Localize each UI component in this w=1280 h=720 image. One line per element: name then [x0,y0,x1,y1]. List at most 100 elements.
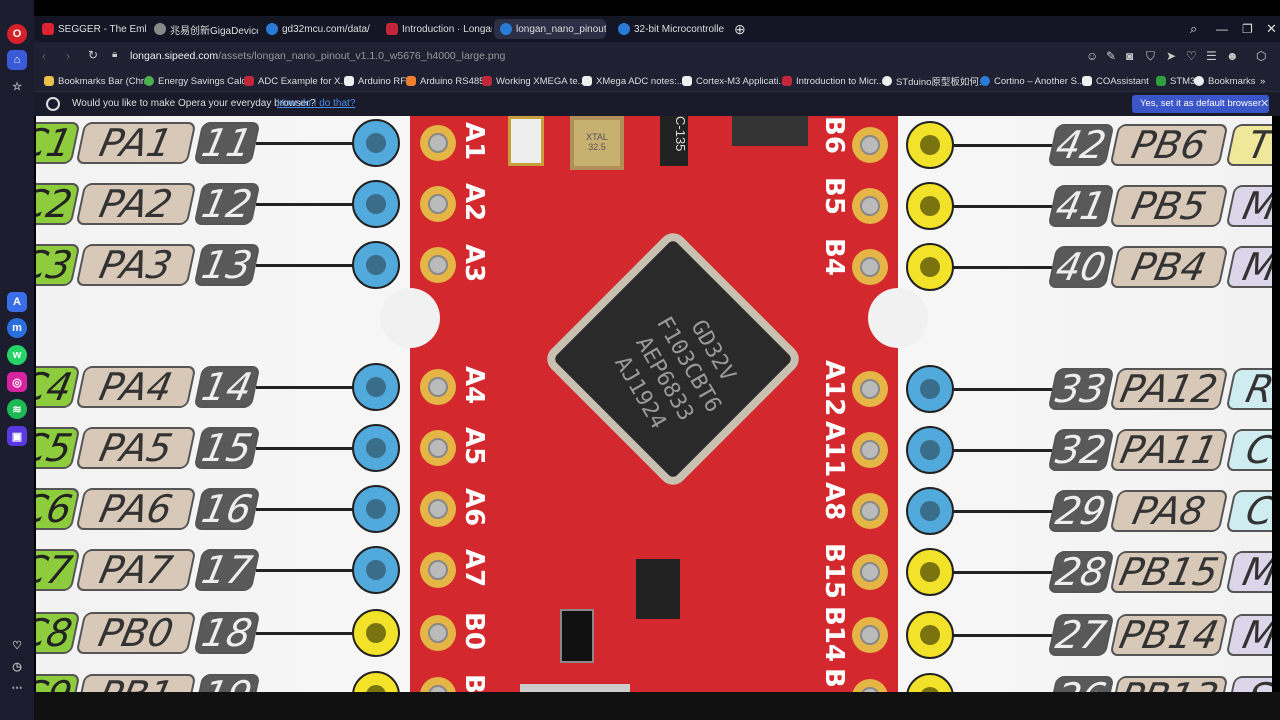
tab-longan-docs[interactable]: Introduction · Longan DO [380,19,492,39]
app-icon[interactable]: A [7,292,27,312]
url-domain: longan.sipeed.com [130,50,219,62]
pin-text: C8 [36,611,77,655]
tab-32bit[interactable]: 32-bit Microcontrollers (M [612,19,724,39]
new-tab-button[interactable]: ⊕ [728,19,748,39]
function-label: C [1225,489,1272,533]
heart-icon[interactable]: ♡ [7,635,27,655]
more-bookmarks-icon[interactable]: » [1260,74,1265,88]
port-label: PA12 [1109,367,1229,411]
instagram-icon[interactable]: ◎ [7,372,27,392]
profile-icon[interactable]: ☻ [1226,49,1239,63]
bookmark-item[interactable]: COAssistant [1082,74,1149,88]
home-icon[interactable]: ⌂ [7,50,27,70]
edit-icon[interactable]: ✎ [1106,49,1116,63]
bookmark-item[interactable]: Working XMEGA te... [482,74,586,88]
pin-text: M [1238,184,1272,228]
pin-number-label: 41 [1047,184,1115,228]
pin-text: PA6 [95,487,177,531]
close-window-icon[interactable]: ✕ [1260,19,1280,39]
messenger-icon[interactable]: m [7,318,27,338]
tab-pinout-active[interactable]: longan_nano_pinout_v1.1 [494,19,606,39]
port-label: PB5 [1109,184,1229,228]
url-field[interactable]: longan.sipeed.com/assets/longan_nano_pin… [130,50,505,62]
bookmark-item[interactable]: Introduction to Micr... [782,74,884,88]
heart-icon [1194,76,1204,86]
pad-label: A11 [819,421,849,477]
pin-number-label: 32 [1047,428,1115,472]
pad-hole [420,552,456,588]
pin-dot [352,363,400,411]
pin-text: PB14 [1115,613,1223,657]
bookmark-item[interactable]: Energy Savings Calc... [144,74,254,88]
tab-gd32mcu[interactable]: gd32mcu.com/data/docu [260,19,370,39]
address-bar: ‹ › ↻ 🔒︎ longan.sipeed.com/assets/longan… [34,42,1280,70]
pad-hole [420,430,456,466]
bookmark-item[interactable]: Arduino RF [344,74,406,88]
emoji-icon[interactable]: ☺ [1086,49,1098,63]
close-notice-icon[interactable]: ✕ [1260,97,1269,110]
port-label: PB14 [1109,613,1229,657]
pin-text: PB5 [1127,184,1211,228]
pad-hole [852,249,888,285]
pin-dot [906,243,954,291]
bookmark-item[interactable]: ADC Example for X... [244,74,348,88]
set-default-button[interactable]: Yes, set it as default browser [1132,95,1270,113]
spotify-icon[interactable]: ≋ [7,399,27,419]
pin-text: PB15 [1115,550,1223,594]
bookmark-item[interactable]: Bookmarks Bar (Chr... [44,74,151,88]
bookmark-favicon-icon [1082,76,1092,86]
bookmark-item[interactable]: Bookmarks [1194,74,1256,88]
bookmark-favicon-icon [980,76,990,86]
bookmark-favicon-icon [482,76,492,86]
menu-icon[interactable]: ☰ [1206,49,1217,63]
bookmark-item[interactable]: Cortex-M3 Applicati... [682,74,786,88]
shield-icon[interactable]: ⛉ [1146,49,1155,64]
more-icon[interactable]: ⋯ [7,677,27,697]
back-icon[interactable]: ‹ [42,49,46,63]
tab-gigadevice[interactable]: 兆易创新GigaDevice-资料 [148,19,258,39]
pin-text: S [1243,675,1272,692]
pin-number-label: 19 [193,673,261,692]
pin-dot [906,426,954,474]
bookmark-label: COAssistant [1096,75,1149,87]
port-label: PA7 [75,548,197,592]
heart-icon[interactable]: ♡ [1186,49,1197,63]
bookmark-item[interactable]: Cortino – Another S... [980,74,1085,88]
forward-icon[interactable]: › [66,49,70,63]
pin-text: C5 [36,426,77,470]
star-icon[interactable]: ☆ [7,76,27,96]
board-notch [868,288,928,348]
pin-text: 13 [198,243,256,287]
pinout-image: XTAL 32.5 C-135 GD32V F103CBT6 AEP6833 AJ… [36,116,1272,692]
extensions-icon[interactable]: ⬡ [1256,49,1266,63]
port-label: PA5 [75,426,197,470]
player-icon[interactable]: ▣ [7,426,27,446]
opera-logo-icon[interactable]: O [7,24,27,44]
bookmark-item[interactable]: XMega ADC notes:... [582,74,685,88]
pin-dot [352,241,400,289]
notice-help-link[interactable]: How do I do that? [277,98,355,109]
pin-wire [952,266,1052,269]
whatsapp-icon[interactable]: w [7,345,27,365]
minimize-icon[interactable]: — [1210,19,1234,39]
reload-icon[interactable]: ↻ [88,48,98,62]
pin-wire [952,634,1052,637]
bookmark-favicon-icon [682,76,692,86]
camera-icon[interactable]: ◙ [1126,49,1133,63]
history-icon[interactable]: ◷ [7,656,27,676]
default-browser-notice: Would you like to make Opera your everyd… [34,92,1280,116]
bookmark-item[interactable]: Arduino RS485 [406,74,484,88]
pin-text: 32 [1052,428,1110,472]
bookmark-label: ADC Example for X... [258,75,349,87]
pin-dot [352,119,400,167]
send-icon[interactable]: ➤ [1166,49,1176,63]
tab-favicon-icon [386,23,398,35]
bookmark-item[interactable]: STduino原型板如何... [882,74,987,88]
pin-wire [256,447,356,450]
tab-segger[interactable]: SEGGER - The Embedded [36,19,146,39]
pin-text: PA2 [95,182,177,226]
maximize-icon[interactable]: ❐ [1236,19,1259,39]
usb-connector [520,684,630,692]
search-tabs-icon[interactable]: ⌕ [1184,19,1203,39]
bookmark-label: Working XMEGA te... [496,75,586,87]
